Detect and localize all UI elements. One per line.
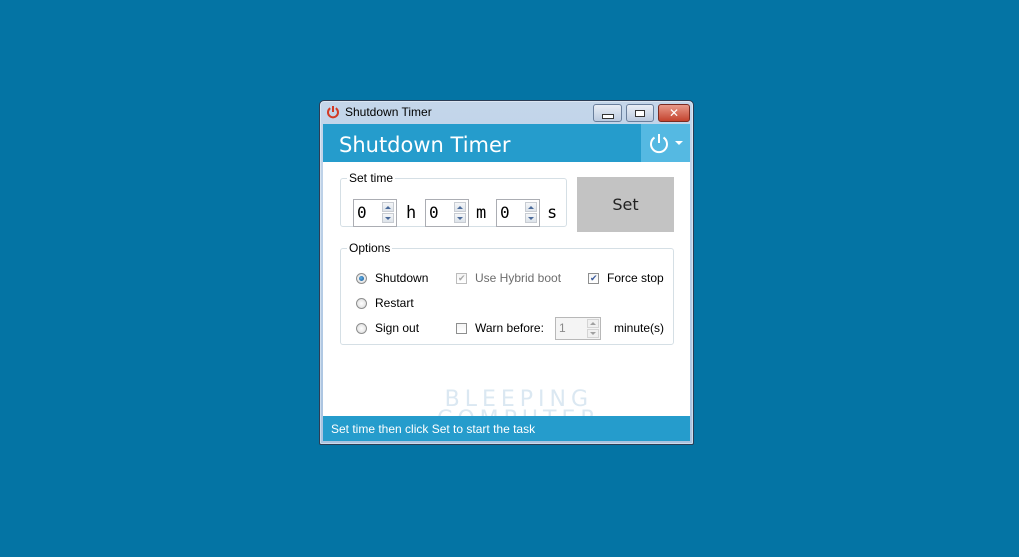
checkbox-label: Use Hybrid boot [475, 271, 562, 285]
warn-up-button[interactable] [587, 319, 599, 328]
minutes-spinner[interactable]: 0 [425, 199, 469, 227]
app-header: Shutdown Timer [323, 124, 690, 162]
options-group: Options BLEEPING COMPUTER Shutdown Resta… [340, 241, 674, 431]
maximize-button[interactable] [626, 104, 654, 122]
checkbox[interactable] [456, 272, 467, 284]
watermark-line-1: BLEEPING [444, 387, 594, 412]
hours-value[interactable]: 0 [357, 203, 367, 222]
warn-unit-label: minute(s) [614, 321, 665, 335]
options-legend: Options [349, 241, 391, 255]
seconds-unit: s [547, 203, 558, 223]
seconds-value[interactable]: 0 [500, 203, 510, 222]
arrow-up-icon [385, 205, 391, 209]
close-button[interactable]: ✕ [658, 104, 690, 122]
arrow-down-icon [385, 216, 391, 220]
radio-sign-out[interactable]: Sign out [356, 321, 419, 335]
seconds-down-button[interactable] [525, 213, 537, 223]
set-time-legend: Set time [349, 171, 394, 185]
status-text: Set time then click Set to start the tas… [331, 422, 536, 436]
warn-minutes-value[interactable]: 1 [559, 321, 566, 335]
close-icon: ✕ [668, 106, 680, 120]
hours-spinner[interactable]: 0 [353, 199, 397, 227]
app-title: Shutdown Timer [339, 133, 511, 157]
seconds-spinner[interactable]: 0 [496, 199, 540, 227]
status-bar: Set time then click Set to start the tas… [323, 416, 690, 441]
radio-label: Sign out [375, 321, 420, 335]
arrow-up-icon [457, 205, 463, 209]
set-time-group: Set time 0 h 0 m 0 s [340, 171, 567, 227]
warn-minutes-spinner[interactable]: 1 [555, 317, 601, 340]
minimize-button[interactable] [593, 104, 622, 122]
radio-button[interactable] [356, 322, 367, 334]
force-stop-checkbox[interactable]: Force stop [588, 271, 664, 285]
chevron-down-icon [675, 141, 683, 145]
minimize-icon [601, 113, 614, 119]
arrow-up-icon [590, 322, 596, 325]
arrow-down-icon [457, 216, 463, 220]
set-button[interactable]: Set [577, 177, 674, 232]
use-hybrid-boot-checkbox[interactable]: Use Hybrid boot [456, 271, 561, 285]
window-title: Shutdown Timer [345, 105, 432, 119]
radio-label: Shutdown [375, 271, 429, 285]
hours-up-button[interactable] [382, 202, 394, 212]
arrow-down-icon [528, 216, 534, 220]
minutes-value[interactable]: 0 [429, 203, 439, 222]
power-menu-button[interactable] [641, 124, 690, 162]
warn-before-checkbox[interactable]: Warn before: [456, 321, 544, 335]
radio-label: Restart [375, 296, 414, 310]
minutes-down-button[interactable] [454, 213, 466, 223]
minutes-up-button[interactable] [454, 202, 466, 212]
radio-button[interactable] [356, 272, 367, 284]
client-area: Shutdown Timer Set time 0 h 0 m 0 s Set … [323, 124, 690, 441]
maximize-icon [635, 109, 645, 117]
hours-down-button[interactable] [382, 213, 394, 223]
shutdown-timer-window: Shutdown Timer ✕ Shutdown Timer Set time… [319, 100, 694, 445]
radio-restart[interactable]: Restart [356, 296, 414, 310]
minutes-unit: m [476, 203, 487, 223]
radio-button[interactable] [356, 297, 367, 309]
warn-down-button[interactable] [587, 329, 599, 338]
checkbox-label: Warn before: [475, 321, 544, 335]
title-bar[interactable]: Shutdown Timer ✕ [320, 101, 693, 123]
arrow-down-icon [590, 332, 596, 335]
checkbox[interactable] [588, 272, 599, 284]
hours-unit: h [406, 203, 417, 223]
checkbox-label: Force stop [607, 271, 664, 285]
radio-shutdown[interactable]: Shutdown [356, 271, 428, 285]
arrow-up-icon [528, 205, 534, 209]
checkbox[interactable] [456, 322, 467, 334]
power-icon [327, 106, 339, 119]
power-icon [650, 134, 668, 154]
seconds-up-button[interactable] [525, 202, 537, 212]
